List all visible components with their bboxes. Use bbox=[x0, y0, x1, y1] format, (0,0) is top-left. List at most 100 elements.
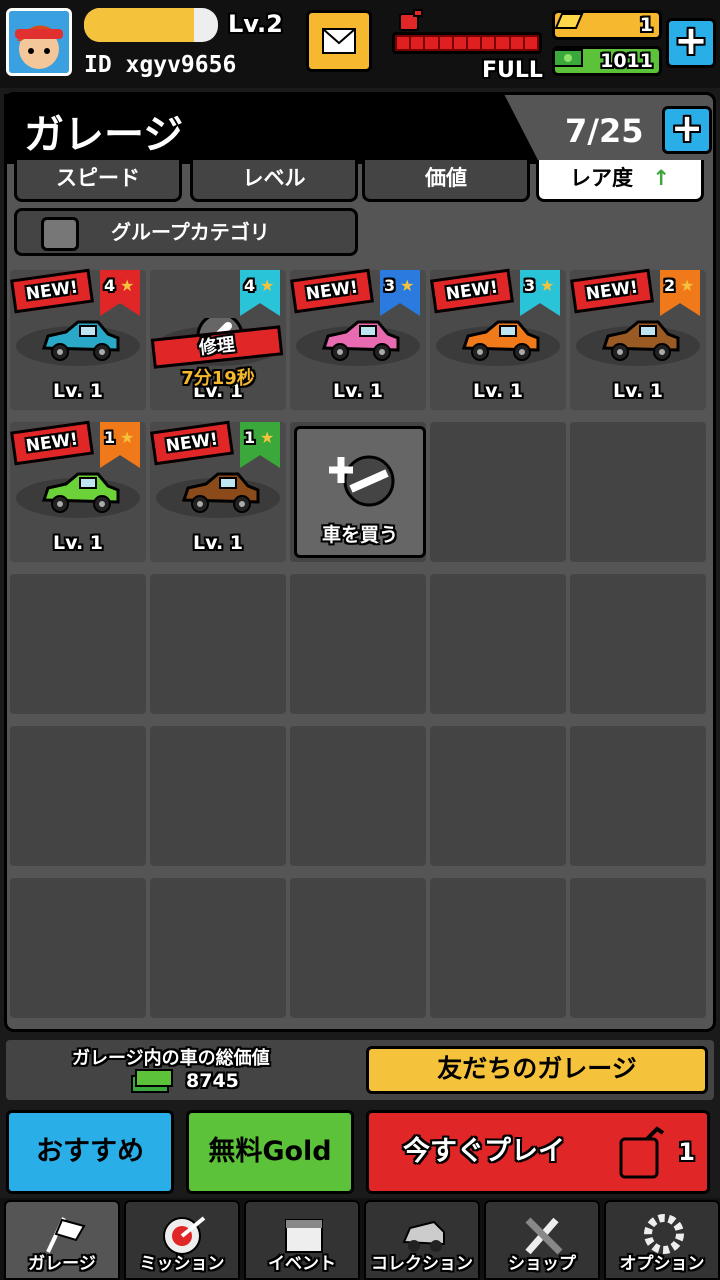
car-icon bbox=[41, 320, 120, 361]
empty-slot bbox=[430, 878, 566, 1018]
nav-tools[interactable]: ショップ bbox=[484, 1200, 600, 1280]
car-icon bbox=[321, 320, 400, 361]
empty-slot bbox=[290, 878, 426, 1018]
sort-rarity-label: レア度 bbox=[570, 166, 634, 190]
star-icon: ★ bbox=[120, 428, 135, 447]
sort-value-button[interactable]: 価値 bbox=[362, 160, 530, 202]
star-count: 1 bbox=[104, 428, 116, 447]
star-count: 4 bbox=[104, 276, 116, 295]
car-slot[interactable]: 3 ★ NEW! Lv. 1 bbox=[290, 268, 426, 410]
xp-fill bbox=[84, 8, 194, 42]
new-badge: NEW! bbox=[10, 420, 94, 466]
star-count: 4 bbox=[244, 276, 256, 295]
star-ribbon: 1 ★ bbox=[240, 422, 280, 468]
mail-button[interactable] bbox=[306, 10, 372, 72]
car-level: Lv. 1 bbox=[333, 380, 383, 402]
play-count: 1 bbox=[678, 1138, 695, 1166]
star-icon: ★ bbox=[400, 276, 415, 295]
sort-speed-button[interactable]: スピード bbox=[14, 160, 182, 202]
empty-slot bbox=[10, 878, 146, 1018]
empty-slot bbox=[290, 726, 426, 866]
car-level: Lv. 1 bbox=[53, 380, 103, 402]
car-icon bbox=[41, 472, 120, 513]
fuel-segment bbox=[453, 37, 467, 49]
nav-label: ガレージ bbox=[28, 1254, 96, 1274]
car-slot[interactable]: 4 ★ Lv. 1 修理 7分19秒 bbox=[150, 270, 286, 410]
empty-slot bbox=[150, 878, 286, 1018]
play-now-label: 今すぐプレイ bbox=[403, 1136, 565, 1167]
fuel-segment bbox=[468, 37, 481, 49]
player-level: Lv.2 bbox=[228, 10, 283, 38]
star-count: 1 bbox=[244, 428, 256, 447]
free-gold-button[interactable]: 無料Gold bbox=[186, 1110, 354, 1194]
car-slot[interactable]: 2 ★ NEW! Lv. 1 bbox=[570, 268, 706, 410]
car-level: Lv. 1 bbox=[53, 532, 103, 554]
group-category-toggle[interactable]: グループカテゴリ bbox=[14, 208, 358, 256]
empty-slot bbox=[570, 574, 706, 714]
add-car-icon bbox=[329, 455, 395, 507]
fuel-segment bbox=[411, 37, 424, 49]
car-icon bbox=[181, 472, 260, 513]
car-icon bbox=[461, 320, 540, 361]
empty-slot bbox=[570, 878, 706, 1018]
star-ribbon: 3 ★ bbox=[520, 270, 560, 316]
empty-slot bbox=[150, 726, 286, 866]
star-count: 2 bbox=[664, 276, 676, 295]
nav-label: イベント bbox=[268, 1254, 336, 1274]
empty-slot bbox=[150, 574, 286, 714]
mail-icon bbox=[322, 28, 356, 54]
free-gold-label: 無料Gold bbox=[208, 1136, 332, 1167]
fuel-segment bbox=[510, 37, 523, 49]
sort-level-button[interactable]: レベル bbox=[190, 160, 358, 202]
recommend-label: おすすめ bbox=[36, 1136, 144, 1167]
garage-count: 7/25 bbox=[565, 112, 644, 150]
car-slot[interactable]: 1 ★ NEW! Lv. 1 bbox=[150, 420, 286, 562]
xp-bar bbox=[84, 8, 218, 42]
nav-flag[interactable]: ガレージ bbox=[4, 1200, 120, 1280]
buy-car-label: 車を買う bbox=[321, 524, 398, 546]
nav-car[interactable]: コレクション bbox=[364, 1200, 480, 1280]
nav-label: コレクション bbox=[371, 1254, 473, 1274]
nav-calendar[interactable]: イベント bbox=[244, 1200, 360, 1280]
recommend-button[interactable]: おすすめ bbox=[6, 1110, 174, 1194]
star-count: 3 bbox=[384, 276, 396, 295]
star-icon: ★ bbox=[260, 276, 275, 295]
add-currency-button[interactable]: + bbox=[666, 18, 716, 68]
star-ribbon: 4 ★ bbox=[240, 270, 280, 316]
gold-bar-icon bbox=[554, 13, 584, 29]
player-avatar[interactable] bbox=[6, 8, 72, 76]
car-slot[interactable]: 4 ★ NEW! Lv. 1 bbox=[10, 268, 146, 410]
fuel-can-icon bbox=[399, 9, 423, 31]
nav-label: ショップ bbox=[508, 1254, 576, 1274]
star-icon: ★ bbox=[120, 276, 135, 295]
friends-garage-button[interactable]: 友だちのガレージ bbox=[366, 1046, 708, 1094]
play-now-button[interactable]: 今すぐプレイ 1 bbox=[366, 1110, 710, 1194]
empty-slot bbox=[570, 726, 706, 866]
car-icon bbox=[601, 320, 680, 361]
star-icon: ★ bbox=[680, 276, 695, 295]
cash-icon bbox=[553, 49, 583, 67]
car-slot[interactable]: 1 ★ NEW! Lv. 1 bbox=[10, 420, 146, 562]
empty-slot bbox=[10, 726, 146, 866]
nav-gear[interactable]: オプション bbox=[604, 1200, 720, 1280]
repair-timer: 7分19秒 bbox=[181, 368, 255, 389]
car-grid: 4 ★ NEW! Lv. 1 4 ★ Lv. 1 修理 7分19秒 3 ★ NEW! Lv. 1 3 ★ NE… bbox=[10, 268, 710, 1020]
empty-slot bbox=[430, 726, 566, 866]
star-ribbon: 4 ★ bbox=[100, 270, 140, 316]
car-level: Lv. 1 bbox=[193, 532, 243, 554]
buy-car-button[interactable]: 車を買う bbox=[294, 426, 426, 558]
empty-slot bbox=[290, 574, 426, 714]
new-badge: NEW! bbox=[10, 268, 94, 314]
car-slot[interactable]: 3 ★ NEW! Lv. 1 bbox=[430, 268, 566, 410]
nav-target[interactable]: ミッション bbox=[124, 1200, 240, 1280]
star-icon: ★ bbox=[260, 428, 275, 447]
fuel-gauge bbox=[392, 32, 542, 54]
nav-label: ミッション bbox=[139, 1254, 225, 1274]
expand-garage-button[interactable]: + bbox=[662, 106, 712, 154]
group-category-label: グループカテゴリ bbox=[111, 220, 270, 244]
group-checkbox[interactable] bbox=[41, 217, 79, 251]
star-count: 3 bbox=[524, 276, 536, 295]
star-icon: ★ bbox=[540, 276, 555, 295]
new-badge: NEW! bbox=[570, 268, 654, 314]
sort-rarity-button[interactable]: レア度 ↑ bbox=[536, 160, 704, 202]
